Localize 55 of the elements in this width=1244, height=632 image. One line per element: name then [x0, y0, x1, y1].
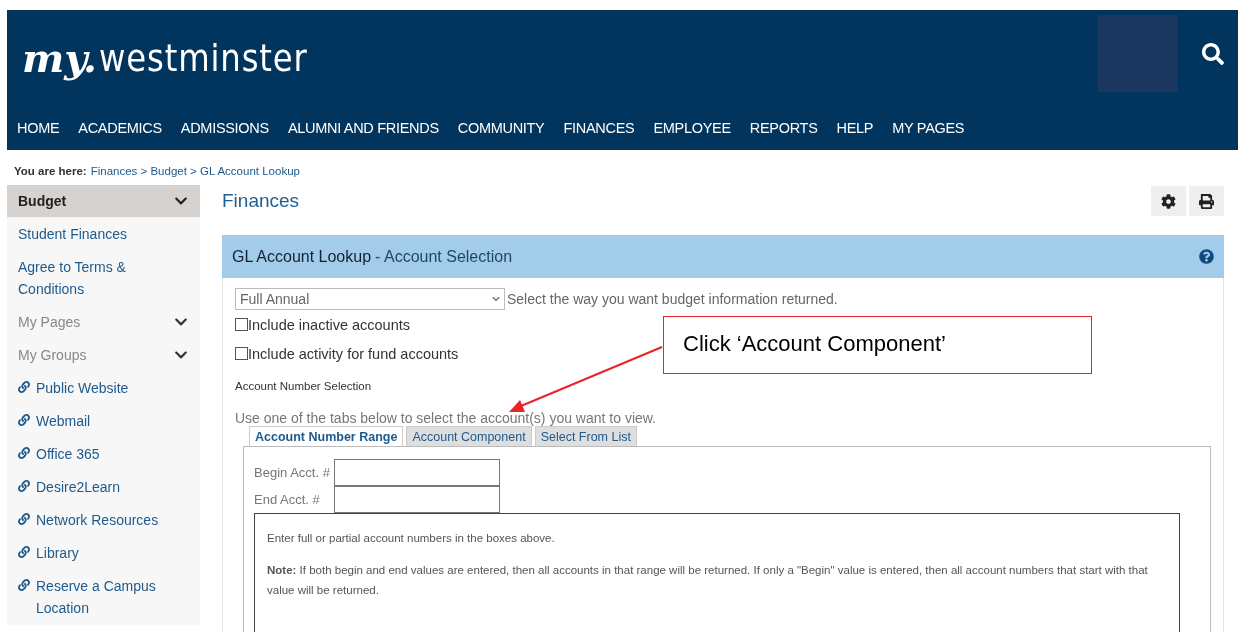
panel-title: GL Account Lookup: [232, 247, 372, 265]
link-icon: [18, 578, 30, 591]
sidebar-link[interactable]: Network Resources: [7, 503, 200, 536]
link-icon: [18, 380, 30, 393]
nav-link[interactable]: MY PAGES: [892, 119, 965, 136]
sidebar-link[interactable]: Office 365: [7, 437, 200, 470]
breadcrumb-path[interactable]: Finances > Budget > GL Account Lookup: [90, 165, 300, 185]
nav-link[interactable]: FINANCES: [563, 119, 635, 136]
input-field[interactable]: [334, 459, 500, 486]
settings-button[interactable]: [1151, 186, 1186, 216]
instructions: Use one of the tabs below to select the account(s) you want to view.: [235, 410, 657, 426]
tab[interactable]: Account Number Range: [249, 426, 404, 446]
search-icon[interactable]: [1202, 43, 1224, 65]
gear-icon: [1161, 193, 1176, 209]
nav-link[interactable]: EMPLOYEE: [653, 119, 731, 136]
sidebar-link[interactable]: Public Website: [7, 371, 200, 404]
nav-link[interactable]: HELP: [836, 119, 874, 136]
field-label: End Acct. #: [254, 492, 321, 507]
select-hint: Select the way you want budget information returned.: [507, 291, 838, 307]
tab[interactable]: Account Component: [406, 426, 532, 446]
section-label: Account Number Selection: [235, 380, 373, 392]
sidebar-link[interactable]: Reserve a Campus Location: [7, 569, 200, 624]
nav-link[interactable]: HOME: [17, 119, 60, 136]
link-icon: [18, 413, 30, 426]
nav-link[interactable]: ALUMNI AND FRIENDS: [287, 119, 439, 136]
printer-icon: [1199, 193, 1214, 209]
nav-link[interactable]: ACADEMICS: [78, 119, 162, 136]
link-icon: [18, 545, 30, 558]
sidebar-link[interactable]: Desire2Learn: [7, 470, 200, 503]
nav-link[interactable]: REPORTS: [749, 119, 818, 136]
field-label: Begin Acct. #: [254, 465, 331, 480]
sidebar-link[interactable]: Webmail: [7, 404, 200, 437]
annotation-callout: Click ‘Account Component’: [663, 316, 1092, 374]
link-icon: [18, 446, 30, 459]
panel-subtitle: - Account Selection: [375, 247, 513, 265]
print-button[interactable]: [1189, 186, 1224, 216]
sidebar-link[interactable]: Library: [7, 536, 200, 569]
tab[interactable]: Select From List: [534, 426, 637, 446]
help-text: Enter full or partial account numbers in the boxes above.: [267, 531, 556, 546]
nav-link[interactable]: ADMISSIONS: [180, 119, 269, 136]
sidebar-header[interactable]: Budget: [7, 185, 200, 217]
input-field[interactable]: [334, 486, 500, 513]
link-icon: [18, 479, 30, 492]
sidebar-link[interactable]: Student Finances: [7, 217, 200, 250]
breadcrumb-label: You are here:: [14, 165, 87, 179]
link-icon: [18, 512, 30, 525]
note-text: Note: If both begin and end values are entered, then all accounts in that range will be returned. If only a "Begin" value is entered, then all account numbers that start with that value will be returned.: [267, 563, 1149, 598]
nav-link[interactable]: COMMUNITY: [457, 119, 545, 136]
logo-prefix[interactable]: my.: [22, 34, 97, 81]
chevron-icon: [492, 295, 500, 303]
sidebar-link[interactable]: Agree to Terms & Conditions: [7, 250, 200, 305]
period-select[interactable]: Full Annual: [235, 288, 505, 310]
help-icon[interactable]: [1199, 249, 1214, 264]
logo-name[interactable]: westminster: [98, 35, 308, 80]
page-title: Finances: [222, 190, 300, 212]
